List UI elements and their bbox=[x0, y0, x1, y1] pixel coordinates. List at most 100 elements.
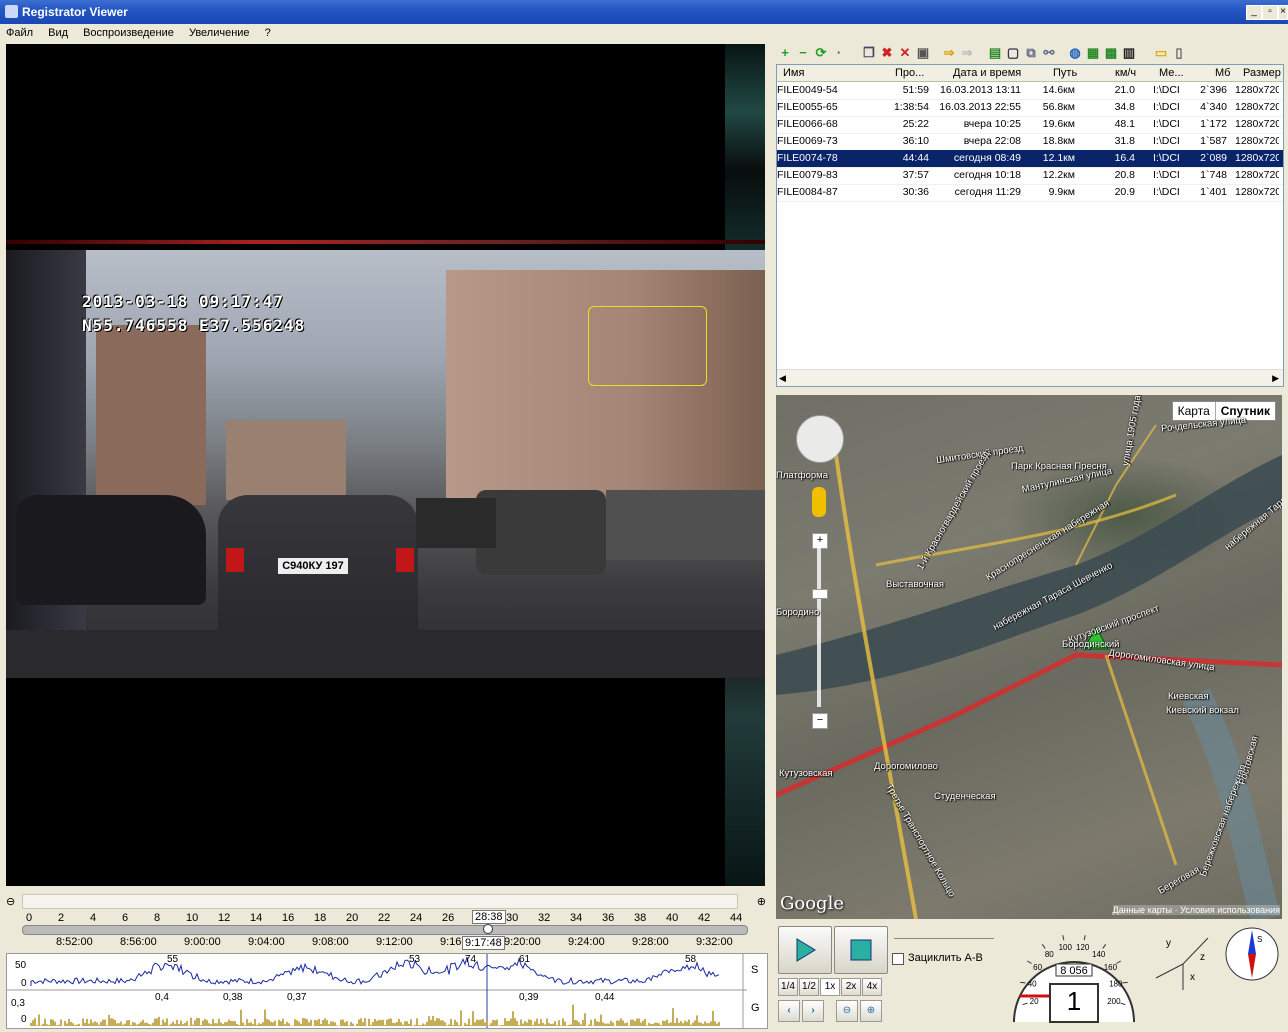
file-row[interactable]: FILE0069-73 36:10 вчера 22:08 18.8км 31.8 I:\… bbox=[777, 133, 1283, 151]
map-pan-control[interactable] bbox=[796, 415, 844, 463]
speed-half-button[interactable]: 1/2 bbox=[799, 978, 819, 996]
add-icon[interactable]: + bbox=[778, 46, 792, 60]
play-icon bbox=[796, 938, 816, 962]
layers-icon[interactable]: ⧉ bbox=[1024, 46, 1038, 60]
file-cell: 48.1 bbox=[1114, 118, 1135, 130]
col-duration[interactable]: Про... bbox=[895, 67, 935, 79]
video-player[interactable]: С940КУ 197 2013-03-18 09:17:47 N55.74655… bbox=[6, 44, 765, 886]
menu-help[interactable]: ? bbox=[259, 24, 277, 39]
file-row[interactable]: FILE0079-83 37:57 сегодня 10:18 12.2км 20.8 I… bbox=[777, 167, 1283, 185]
clock-tick: 9:28:00 bbox=[632, 936, 669, 948]
zoom-in-timeline-icon[interactable]: ⊕ bbox=[757, 895, 766, 908]
chart-icon[interactable]: ▩ bbox=[1104, 46, 1118, 60]
volume-slider[interactable] bbox=[894, 926, 994, 939]
odometer-value: 8 056 bbox=[1060, 965, 1088, 977]
minute-tick: 18 bbox=[314, 912, 327, 924]
col-location[interactable]: Ме... bbox=[1159, 67, 1189, 79]
speed-2x-button[interactable]: 2x bbox=[841, 978, 861, 996]
zoom-slider[interactable] bbox=[817, 547, 821, 707]
map-label: Дорогомилово bbox=[874, 761, 938, 772]
file-row[interactable]: FILE0049-54 51:59 16.03.2013 13:11 14.6км 21… bbox=[777, 82, 1283, 100]
map-label: Киевский вокзал bbox=[1166, 705, 1239, 716]
minute-tick: 30 bbox=[506, 912, 519, 924]
document-icon[interactable]: ▯ bbox=[1172, 46, 1186, 60]
speed-4x-button[interactable]: 4x bbox=[862, 978, 882, 996]
zoom-out-video-icon[interactable]: ⊖ bbox=[836, 1000, 858, 1022]
file-cell: I:\DCI.. bbox=[1153, 186, 1179, 198]
g-graph-label: G bbox=[751, 1002, 760, 1014]
zoom-in-video-icon[interactable]: ⊕ bbox=[860, 1000, 882, 1022]
video-edge-artifact bbox=[6, 240, 765, 244]
speed-series-line bbox=[30, 956, 720, 986]
refresh-icon[interactable]: ⟳ bbox=[814, 46, 828, 60]
speed-1x-button[interactable]: 1x bbox=[820, 978, 840, 996]
zoom-slider-handle[interactable] bbox=[812, 589, 828, 599]
speedometer-tick: 120 bbox=[1076, 943, 1090, 952]
timeline-track[interactable] bbox=[22, 925, 748, 935]
map-icon[interactable]: ▦ bbox=[1086, 46, 1100, 60]
file-row[interactable]: FILE0066-68 25:22 вчера 10:25 19.6км 48.1 I:\… bbox=[777, 116, 1283, 134]
delete-icon[interactable]: ✖ bbox=[880, 46, 894, 60]
scroll-left-icon[interactable]: ◀ bbox=[779, 373, 786, 384]
file-row[interactable]: FILE0084-87 30:36 сегодня 11:29 9.9км 20.9 I:… bbox=[777, 184, 1283, 202]
speed-peak: 61 bbox=[519, 954, 531, 965]
col-path[interactable]: Путь bbox=[1053, 67, 1083, 79]
car bbox=[16, 495, 206, 605]
menu-zoom[interactable]: Увеличение bbox=[183, 24, 256, 39]
file-cell: 25:22 bbox=[902, 118, 929, 130]
close-button[interactable]: × bbox=[1278, 5, 1288, 20]
speed-peak: 53 bbox=[409, 954, 421, 965]
satellite-map[interactable]: Карта Спутник + − Шмитовский проезд Манту… bbox=[776, 395, 1282, 919]
folder-icon[interactable]: ▭ bbox=[1154, 46, 1168, 60]
file-cell: I:\DCI.. bbox=[1153, 84, 1179, 96]
delete-file-icon[interactable]: ✕ bbox=[898, 46, 912, 60]
dot-icon[interactable]: · bbox=[832, 46, 846, 60]
file-cell: 19.6км bbox=[1042, 118, 1075, 130]
col-mb[interactable]: Мб bbox=[1215, 67, 1235, 79]
prev-frame-icon[interactable]: ‹ bbox=[778, 1000, 800, 1022]
copy-icon[interactable]: ❐ bbox=[862, 46, 876, 60]
col-name[interactable]: Имя bbox=[783, 67, 883, 79]
globe-icon[interactable]: ◍ bbox=[1068, 46, 1082, 60]
zoom-out-icon[interactable]: − bbox=[812, 713, 828, 729]
export-icon[interactable]: ▤ bbox=[988, 46, 1002, 60]
maximize-button[interactable]: ▫ bbox=[1262, 5, 1278, 20]
street-view-pegman-icon[interactable] bbox=[812, 487, 826, 517]
minimize-button[interactable]: _ bbox=[1246, 5, 1262, 20]
save-icon[interactable]: ▣ bbox=[916, 46, 930, 60]
minute-tick: 6 bbox=[122, 912, 129, 924]
film-icon[interactable]: ▥ bbox=[1122, 46, 1136, 60]
col-speed[interactable]: км/ч bbox=[1115, 67, 1145, 79]
map-type-map[interactable]: Карта bbox=[1173, 402, 1215, 420]
timeline-handle[interactable] bbox=[483, 924, 493, 934]
map-attribution[interactable]: Данные карты · Условия использования bbox=[1112, 905, 1280, 915]
play-button[interactable] bbox=[778, 926, 832, 974]
move-icon[interactable]: ⇒ bbox=[942, 46, 956, 60]
speed-quarter-button[interactable]: 1/4 bbox=[778, 978, 798, 996]
file-cell: 12.1км bbox=[1042, 152, 1075, 164]
menu-playback[interactable]: Воспроизведение bbox=[77, 24, 180, 39]
file-cell: 20.8 bbox=[1114, 169, 1135, 181]
frame-icon[interactable]: ▢ bbox=[1006, 46, 1020, 60]
timeline-scrollbar[interactable] bbox=[22, 894, 738, 909]
next-frame-icon[interactable]: › bbox=[802, 1000, 824, 1022]
file-row[interactable]: FILE0055-65 1:38:54 16.03.2013 22:55 56.8км… bbox=[777, 99, 1283, 117]
col-datetime[interactable]: Дата и время bbox=[953, 67, 1033, 79]
minute-tick: 0 bbox=[26, 912, 33, 924]
link-icon[interactable]: ⚯ bbox=[1042, 46, 1056, 60]
col-resolution[interactable]: Размер bbox=[1243, 67, 1283, 79]
telemetry-graphs[interactable]: 50 0 0,3 0 S G 55 53 74 61 58 0,4 0,38 0… bbox=[6, 953, 768, 1029]
zoom-selection-box[interactable] bbox=[588, 306, 707, 386]
horizontal-scrollbar[interactable]: ◀ ▶ bbox=[777, 369, 1283, 386]
axes-icon bbox=[1155, 937, 1209, 990]
speedometer-tick: 20 bbox=[1030, 997, 1039, 1006]
file-cell: I:\DCI.. bbox=[1153, 135, 1179, 147]
remove-icon[interactable]: − bbox=[796, 46, 810, 60]
file-row[interactable]: FILE0074-78 44:44 сегодня 08:49 12.1км 16.4 I… bbox=[777, 150, 1283, 168]
menu-view[interactable]: Вид bbox=[42, 24, 74, 39]
zoom-out-timeline-icon[interactable]: ⊖ bbox=[6, 895, 15, 908]
stop-button[interactable] bbox=[834, 926, 888, 974]
menu-file[interactable]: Файл bbox=[0, 24, 39, 39]
scroll-right-icon[interactable]: ▶ bbox=[1272, 373, 1279, 384]
loop-checkbox[interactable] bbox=[892, 953, 904, 965]
